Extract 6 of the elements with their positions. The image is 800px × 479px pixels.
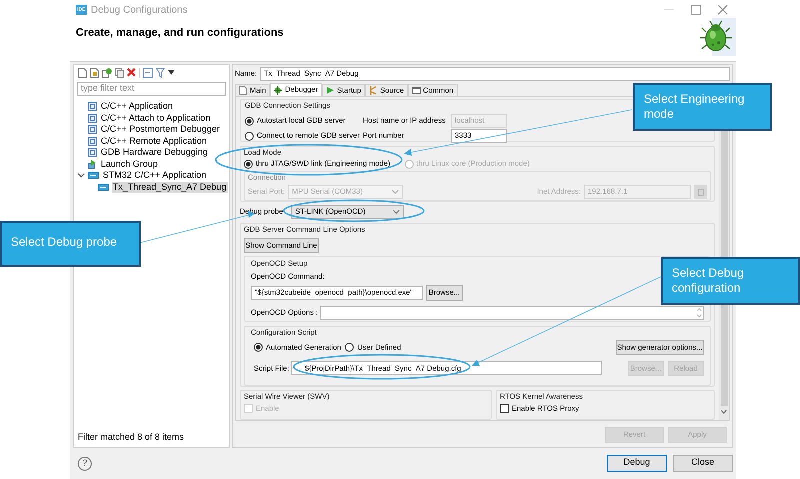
- status-text: Filter matched 8 of 8 items: [77, 430, 186, 444]
- callout-tooltip: Select Debug configuration: [661, 257, 800, 305]
- callout-tooltip: Select Engineering mode: [633, 83, 772, 131]
- callout-tooltip: Select Debug probe: [0, 221, 141, 267]
- window-title: Debug Configurations: [91, 4, 188, 18]
- header-title: Create, manage, and run configurations: [76, 26, 284, 41]
